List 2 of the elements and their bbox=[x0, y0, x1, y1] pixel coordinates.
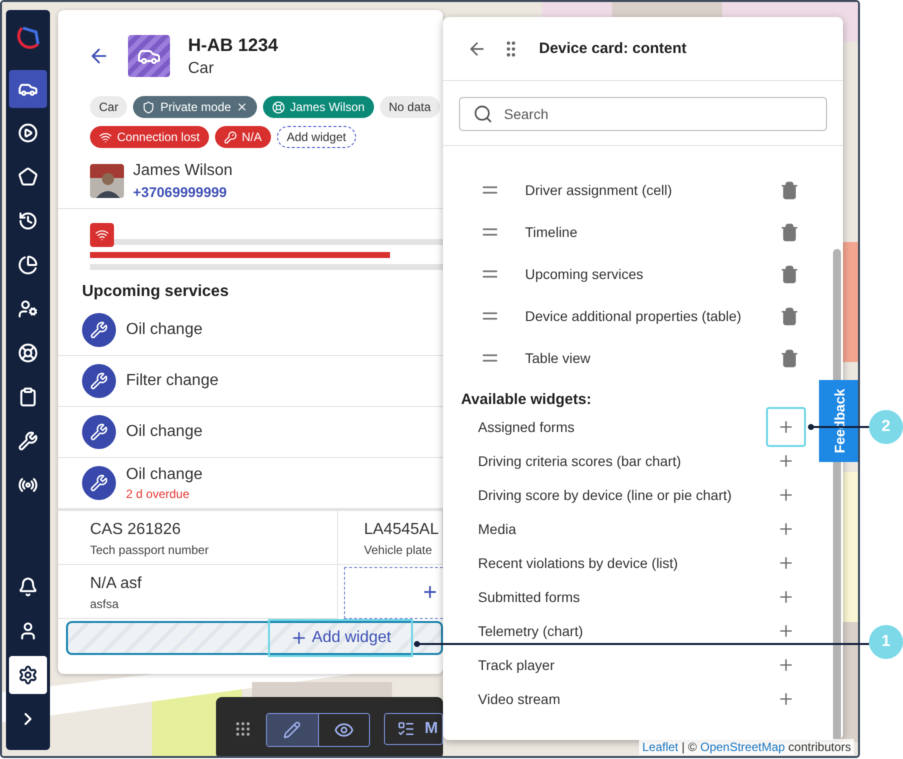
callout-badge: 1 bbox=[869, 625, 903, 659]
callout-badge: 2 bbox=[869, 410, 903, 444]
